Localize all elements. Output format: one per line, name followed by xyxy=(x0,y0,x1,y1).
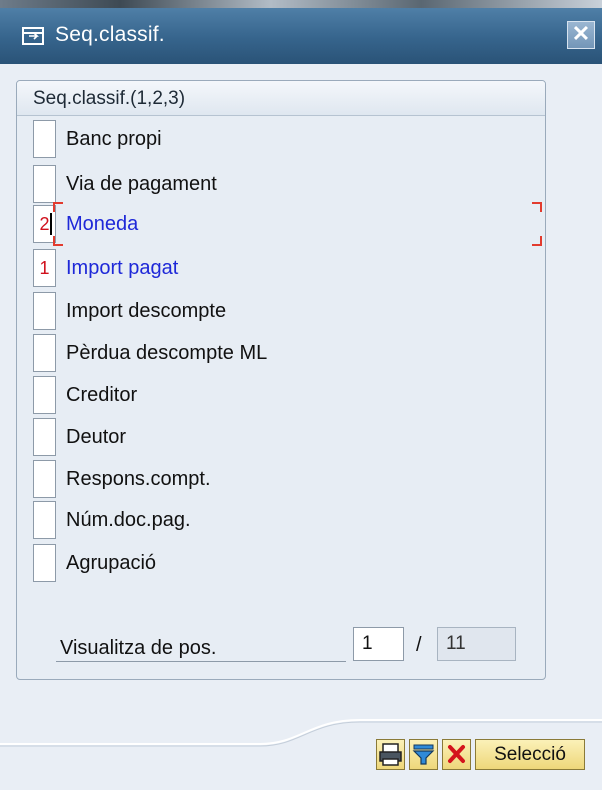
field-label[interactable]: Deutor xyxy=(66,426,126,449)
field-row[interactable]: Via de pagament xyxy=(33,165,533,205)
print-icon xyxy=(379,743,402,766)
filter-button[interactable] xyxy=(409,739,438,770)
sequence-input[interactable] xyxy=(33,418,56,456)
cancel-button[interactable] xyxy=(442,739,471,770)
field-label[interactable]: Banc propi xyxy=(66,128,162,151)
position-total: 11 xyxy=(437,627,516,661)
sequence-input[interactable] xyxy=(33,460,56,498)
dialog-window-icon xyxy=(22,27,44,45)
dialog-title: Seq.classif. xyxy=(55,23,165,46)
field-label[interactable]: Via de pagament xyxy=(66,173,217,196)
position-separator: / xyxy=(416,634,422,656)
sequence-input[interactable] xyxy=(33,334,56,372)
sequence-input[interactable]: 1 xyxy=(33,249,56,287)
selection-bracket xyxy=(532,236,542,246)
field-label[interactable]: Creditor xyxy=(66,384,137,407)
print-button[interactable] xyxy=(376,739,405,770)
group-header: Seq.classif.(1,2,3) xyxy=(17,81,545,116)
field-row[interactable]: Respons.compt. xyxy=(33,460,533,500)
close-button[interactable]: ✕ xyxy=(567,21,595,49)
field-label[interactable]: Pèrdua descompte ML xyxy=(66,342,267,365)
sequence-input[interactable] xyxy=(33,544,56,582)
sequence-input[interactable] xyxy=(33,165,56,203)
sequence-input[interactable] xyxy=(33,120,56,158)
selection-bracket xyxy=(53,236,63,246)
field-row[interactable]: Agrupació xyxy=(33,544,533,584)
position-underline xyxy=(56,661,346,662)
sort-sequence-group: Seq.classif.(1,2,3) Banc propi Via de pa… xyxy=(16,80,546,680)
sequence-input[interactable] xyxy=(33,376,56,414)
field-row[interactable]: Banc propi xyxy=(33,120,533,160)
field-row[interactable]: Creditor xyxy=(33,376,533,416)
sequence-input[interactable] xyxy=(33,292,56,330)
top-edge-strip xyxy=(0,0,602,8)
position-label: Visualitza de pos. xyxy=(60,637,217,659)
field-label-selected[interactable]: Moneda xyxy=(66,213,138,236)
field-label[interactable]: Núm.doc.pag. xyxy=(66,509,191,532)
dialog-title-bar[interactable]: Seq.classif. ✕ xyxy=(0,8,602,64)
selection-bracket xyxy=(53,202,63,212)
group-title: Seq.classif.(1,2,3) xyxy=(33,88,186,109)
field-row[interactable]: Núm.doc.pag. xyxy=(33,501,533,541)
field-row-selected[interactable]: 1 Import pagat xyxy=(33,249,533,289)
field-label-selected[interactable]: Import pagat xyxy=(66,257,178,280)
cancel-icon xyxy=(448,745,465,763)
field-label[interactable]: Import descompte xyxy=(66,300,226,323)
close-icon: ✕ xyxy=(571,21,591,46)
text-cursor xyxy=(50,213,52,235)
select-button[interactable]: Selecció xyxy=(475,739,585,770)
field-row[interactable]: Import descompte xyxy=(33,292,533,332)
field-label[interactable]: Respons.compt. xyxy=(66,468,211,491)
position-input[interactable]: 1 xyxy=(353,627,404,661)
field-row[interactable]: Pèrdua descompte ML xyxy=(33,334,533,374)
selection-bracket xyxy=(532,202,542,212)
field-label[interactable]: Agrupació xyxy=(66,552,156,575)
field-row[interactable]: Deutor xyxy=(33,418,533,458)
sequence-input[interactable] xyxy=(33,501,56,539)
field-row-selected[interactable]: 2 Moneda xyxy=(33,205,533,245)
filter-icon xyxy=(412,744,435,765)
